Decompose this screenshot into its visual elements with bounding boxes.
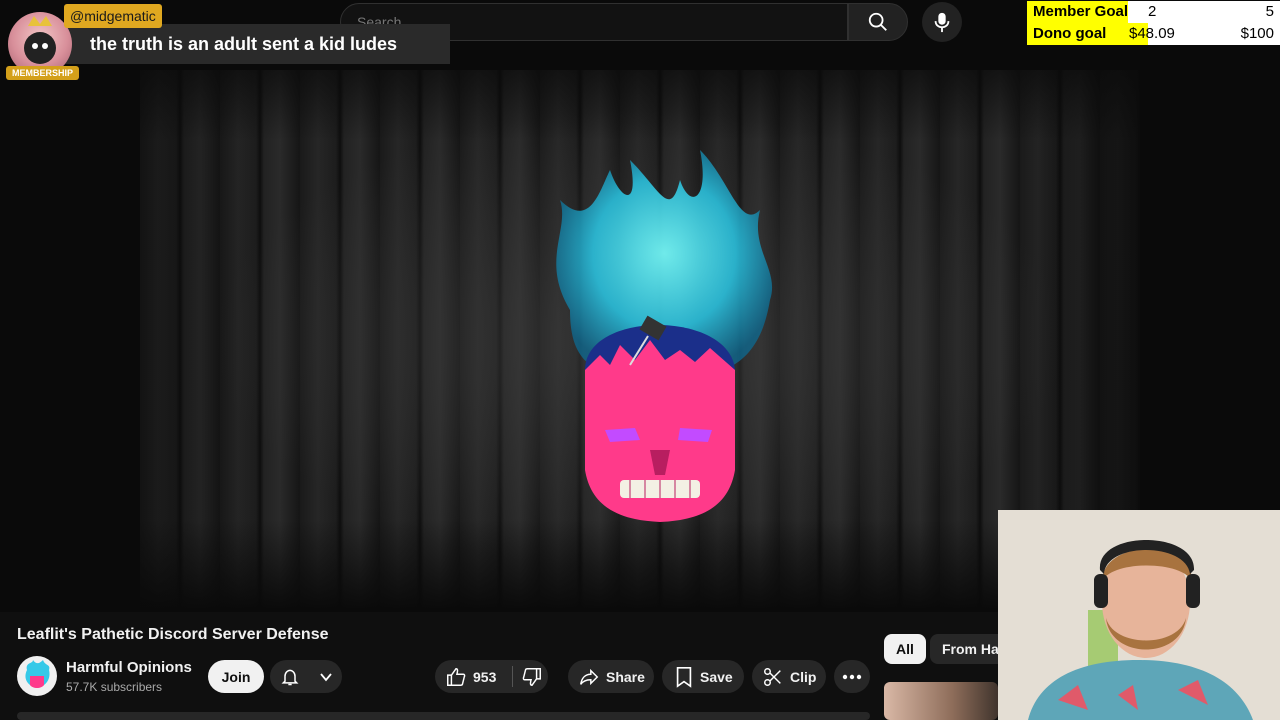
member-goal-target: 5 [1265, 3, 1274, 20]
streamer-image [998, 510, 1280, 720]
video-title: Leaflit's Pathetic Discord Server Defens… [17, 626, 329, 643]
dono-goal-label: Dono goal [1033, 25, 1107, 42]
join-button[interactable]: Join [208, 660, 264, 693]
clip-button[interactable]: Clip [752, 660, 826, 693]
chip-all[interactable]: All [884, 634, 926, 664]
video-progress-track[interactable] [17, 712, 870, 720]
member-goal-current: 2 [1148, 3, 1157, 20]
chat-overlay: @midgematic the truth is an adult sent a… [0, 0, 452, 86]
chat-message: the truth is an adult sent a kid ludes [90, 34, 398, 54]
mic-icon [934, 12, 950, 33]
share-label: Share [606, 668, 645, 685]
voice-search-button[interactable] [922, 2, 962, 42]
share-button[interactable]: Share [568, 660, 654, 693]
search-icon [868, 12, 887, 31]
dono-goal-row: Dono goal $48.09 $100 [1027, 23, 1280, 45]
more-icon [842, 674, 862, 679]
like-icon[interactable] [445, 666, 467, 688]
notification-button[interactable] [270, 660, 342, 693]
dislike-icon[interactable] [521, 666, 543, 688]
membership-badge: MEMBERSHIP [6, 66, 80, 80]
save-icon [676, 666, 692, 688]
more-actions-button[interactable] [834, 660, 870, 693]
webcam-overlay [998, 510, 1280, 720]
bell-icon [281, 669, 298, 685]
save-button[interactable]: Save [662, 660, 744, 693]
clip-icon [764, 667, 781, 686]
skull-artwork [556, 150, 773, 522]
subscriber-count: 57.7K subscribers [66, 680, 163, 694]
like-dislike-group: 953 [435, 660, 548, 693]
dono-goal-current: $48.09 [1129, 25, 1175, 42]
member-goal-row: Member Goal 2 5 [1027, 1, 1280, 23]
search-button[interactable] [848, 3, 908, 41]
save-label: Save [700, 668, 733, 685]
chat-username: @midgematic [64, 4, 162, 28]
channel-avatar[interactable] [17, 656, 57, 696]
channel-name[interactable]: Harmful Opinions [66, 659, 192, 676]
chevron-down-icon [319, 672, 332, 681]
clip-label: Clip [790, 668, 817, 685]
member-goal-label: Member Goal [1033, 3, 1129, 20]
dono-goal-target: $100 [1240, 25, 1274, 42]
like-count[interactable]: 953 [473, 669, 496, 685]
share-icon [580, 668, 599, 685]
goals-widget: Member Goal 2 5 Dono goal $48.09 $100 [1027, 0, 1280, 46]
recommended-video-thumbnail[interactable] [884, 682, 998, 720]
